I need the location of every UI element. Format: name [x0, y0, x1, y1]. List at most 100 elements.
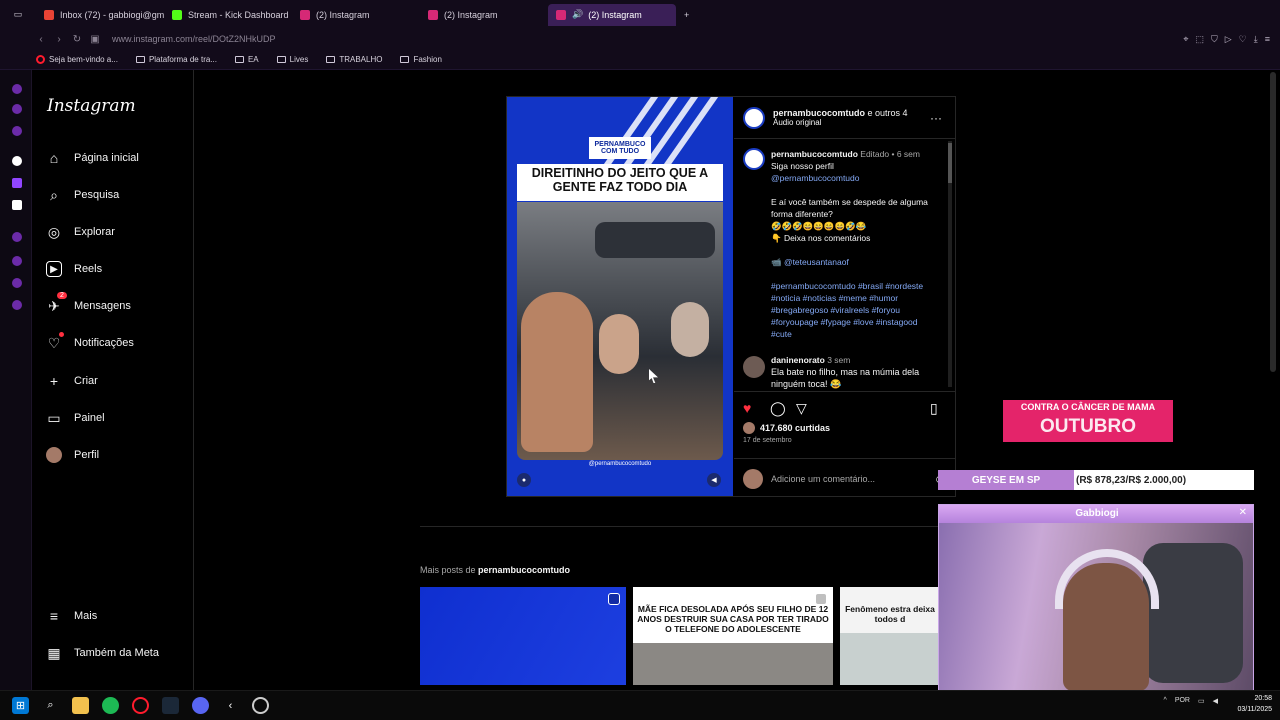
- x-icon[interactable]: [12, 200, 22, 210]
- rail-app-icon[interactable]: [12, 104, 22, 114]
- comments-scrollbar[interactable]: [948, 141, 952, 387]
- instagram-logo[interactable]: Instagram: [47, 96, 136, 116]
- author-name[interactable]: pernambucocomtudo: [773, 108, 865, 118]
- file-explorer-icon[interactable]: [72, 697, 89, 714]
- volume-icon[interactable]: ◀: [707, 473, 721, 487]
- app-icon[interactable]: ‹: [222, 697, 239, 714]
- like-count[interactable]: 417.680 curtidas: [743, 422, 830, 434]
- opera-icon: [36, 54, 45, 64]
- comment-input[interactable]: Adicione um comentário...: [771, 474, 875, 484]
- heading-author[interactable]: pernambucocomtudo: [478, 565, 570, 575]
- nav-explore[interactable]: ◎ Explorar: [46, 224, 115, 240]
- tab-instagram-1[interactable]: (2) Instagram: [292, 4, 420, 26]
- spotify-icon[interactable]: [102, 697, 119, 714]
- nav-notifications[interactable]: ♡ Notificações: [46, 332, 134, 351]
- nav-reels[interactable]: ▶ Reels: [46, 261, 102, 277]
- more-options-icon[interactable]: ···: [930, 111, 942, 125]
- tab-instagram-active[interactable]: 🔊 (2) Instagram: [548, 3, 676, 26]
- bookmark-item[interactable]: Seja bem-vindo a...: [36, 54, 118, 64]
- nav-messages[interactable]: ✈ 2 Mensagens: [46, 292, 131, 314]
- tab-instagram-2[interactable]: (2) Instagram: [420, 4, 548, 26]
- tab-gmail[interactable]: Inbox (72) - gabbiogi@gm: [36, 4, 164, 26]
- save-icon[interactable]: ▯: [930, 400, 938, 417]
- post-thumbnail[interactable]: [420, 587, 626, 685]
- windows-start-icon[interactable]: ⊞: [12, 697, 29, 714]
- tray-chevron-icon[interactable]: ^: [1164, 697, 1167, 705]
- page-scrollbar[interactable]: [1270, 72, 1276, 372]
- reload-icon[interactable]: ↻: [68, 34, 86, 45]
- post-thumbnail[interactable]: Fenômeno estra deixa todos d: [840, 587, 940, 685]
- bookmark-folder[interactable]: EA: [234, 55, 259, 64]
- collab-count[interactable]: e outros 4: [868, 108, 908, 118]
- heart-icon: ♡: [46, 332, 64, 351]
- twitch-icon[interactable]: [12, 178, 22, 188]
- obs-icon[interactable]: [252, 697, 269, 714]
- author-avatar[interactable]: [743, 148, 765, 170]
- settings-icon[interactable]: [12, 300, 22, 310]
- rail-app-icon[interactable]: [12, 156, 22, 166]
- hashtags[interactable]: #pernambucocomtudo #brasil #nordeste #no…: [771, 280, 936, 340]
- screenshot-icon[interactable]: ⬚: [1195, 34, 1204, 45]
- nav-home[interactable]: ⌂ Página inicial: [46, 150, 139, 166]
- opera-gx-icon[interactable]: [132, 697, 149, 714]
- nav-more[interactable]: ≡ Mais: [46, 608, 97, 624]
- rail-app-icon[interactable]: [12, 232, 22, 242]
- comment-icon[interactable]: ◯: [770, 400, 786, 417]
- nav-profile[interactable]: Perfil: [46, 447, 99, 463]
- back-icon[interactable]: ‹: [32, 34, 50, 45]
- menu-icon[interactable]: ≡: [1265, 34, 1270, 45]
- nav-search[interactable]: ⌕ Pesquisa: [46, 187, 119, 203]
- meta-grid-icon: ▦: [47, 644, 61, 661]
- audio-label[interactable]: Áudio original: [773, 118, 908, 127]
- play-icon[interactable]: ▷: [1225, 34, 1232, 45]
- rail-app-icon[interactable]: [12, 126, 22, 136]
- network-icon[interactable]: ▭: [1198, 697, 1205, 705]
- nav-label: Painel: [74, 412, 105, 424]
- caption-text: Siga nosso perfil: [771, 161, 834, 171]
- discord-icon[interactable]: [192, 697, 209, 714]
- tab-kick[interactable]: Stream - Kick Dashboard: [164, 4, 292, 26]
- liker-avatar: [743, 422, 755, 434]
- search-icon[interactable]: ⌕: [42, 697, 59, 714]
- nav-meta[interactable]: ▦ Também da Meta: [46, 645, 159, 661]
- comment-author[interactable]: daninenorato: [771, 355, 825, 365]
- author-avatar[interactable]: [743, 106, 765, 129]
- add-comment-bar: Adicione um comentário... ☺: [734, 458, 956, 498]
- speaker-icon[interactable]: 🔊: [572, 9, 583, 20]
- bookmark-folder[interactable]: Plataforma de tra...: [135, 55, 217, 64]
- credit-link[interactable]: 📹 @teteusantanaof: [771, 256, 936, 268]
- download-icon[interactable]: ⤓: [1254, 34, 1258, 45]
- caption-author[interactable]: pernambucocomtudo: [771, 149, 858, 159]
- nav-create[interactable]: + Criar: [46, 373, 98, 389]
- post-thumbnail[interactable]: MÃE FICA DESOLADA APÓS SEU FILHO DE 12 A…: [633, 587, 833, 685]
- volume-icon[interactable]: ◀: [1213, 697, 1218, 705]
- tab-overview-icon[interactable]: ▭: [0, 4, 36, 26]
- tab-label: Inbox (72) - gabbiogi@gm: [60, 9, 164, 20]
- mention-link[interactable]: @pernambucocomtudo: [771, 172, 936, 184]
- system-clock[interactable]: 20:58 03/11/2025: [1237, 693, 1272, 715]
- bookmark-folder[interactable]: Fashion: [400, 55, 442, 64]
- close-icon[interactable]: ✕: [1239, 507, 1247, 518]
- heart-icon[interactable]: ♡: [1239, 34, 1247, 45]
- commenter-avatar[interactable]: [743, 356, 765, 378]
- nav-dashboard[interactable]: ▭ Painel: [46, 410, 105, 426]
- share-icon[interactable]: ▽: [796, 400, 807, 417]
- tab-label: (2) Instagram: [588, 9, 642, 20]
- url-field[interactable]: www.instagram.com/reel/DOtZ2NHkUDP: [112, 34, 276, 44]
- rail-app-icon[interactable]: [12, 84, 22, 94]
- language-indicator[interactable]: POR: [1175, 697, 1190, 705]
- steam-icon[interactable]: [162, 697, 179, 714]
- rail-app-icon[interactable]: [12, 278, 22, 288]
- bookmark-folder[interactable]: TRABALHO: [326, 55, 382, 64]
- scroll-thumb[interactable]: [948, 143, 952, 183]
- pin-icon[interactable]: ⌖: [1183, 34, 1188, 45]
- new-tab-button[interactable]: +: [676, 4, 700, 26]
- shield-icon[interactable]: ⛉: [1211, 34, 1218, 45]
- rail-app-icon[interactable]: [12, 256, 22, 266]
- bookmark-folder[interactable]: Lives: [276, 55, 308, 64]
- browser-toolbar: ⌖ ⬚ ⛉ ▷ ♡ ⤓ ≡: [1183, 34, 1280, 45]
- user-tag-icon[interactable]: ●: [517, 473, 531, 487]
- forward-icon[interactable]: ›: [50, 34, 68, 45]
- like-icon[interactable]: ♥: [743, 400, 751, 416]
- reel-video[interactable]: PERNAMBUCO COM TUDO DIREITINHO DO JEITO …: [507, 97, 733, 496]
